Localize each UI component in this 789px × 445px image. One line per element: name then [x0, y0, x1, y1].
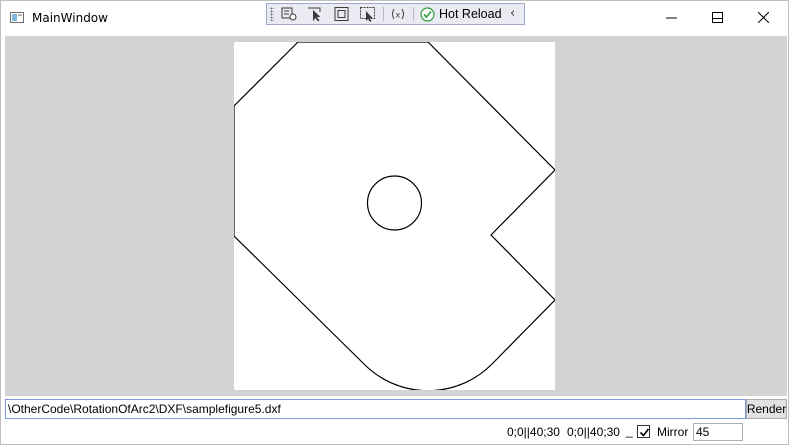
close-icon — [757, 12, 769, 23]
hot-reload-check-icon — [420, 6, 435, 22]
dxf-figure — [233, 41, 556, 392]
status-coords-2: 0;0||40;30 — [567, 425, 620, 439]
pointer-select-icon[interactable] — [307, 6, 325, 22]
window-icon — [10, 12, 24, 23]
file-path-input[interactable] — [5, 399, 746, 419]
select-element-icon[interactable] — [280, 6, 298, 22]
debug-toolbar: x Hot Reload ‹ — [266, 3, 525, 25]
hot-reload-button[interactable]: Hot Reload — [420, 5, 502, 23]
toolbar-separator — [383, 7, 384, 21]
minimize-icon — [665, 17, 677, 19]
figure-outline — [233, 41, 556, 392]
collapse-chevron-icon[interactable]: ‹ — [510, 6, 515, 21]
minimize-button-caption[interactable] — [648, 1, 694, 34]
maximize-button[interactable] — [694, 1, 740, 34]
toolbar-grip[interactable] — [270, 7, 274, 21]
drawing-canvas[interactable] — [233, 41, 556, 392]
rotation-angle-input[interactable] — [693, 423, 743, 441]
mirror-checkbox[interactable] — [637, 425, 650, 438]
maximize-icon — [711, 12, 723, 23]
close-button[interactable] — [740, 1, 786, 34]
binding-failures-icon[interactable]: x — [389, 6, 407, 22]
render-button[interactable]: Render — [746, 399, 787, 419]
layout-adorner-icon[interactable] — [333, 6, 351, 22]
status-underscore: _ — [626, 424, 633, 438]
svg-text:x: x — [396, 11, 401, 20]
checkmark-icon — [639, 428, 650, 437]
mirror-label: Mirror — [657, 425, 689, 439]
status-coords-1: 0;0||40;30 — [507, 425, 560, 439]
hot-reload-label: Hot Reload — [439, 7, 502, 21]
track-focus-icon[interactable] — [359, 6, 377, 22]
figure-hole — [366, 175, 423, 231]
toolbar-separator — [413, 7, 414, 21]
main-window: MainWindow x Hot Reload ‹ \OtherCode\Rot… — [0, 0, 789, 445]
window-title: MainWindow — [32, 11, 108, 25]
